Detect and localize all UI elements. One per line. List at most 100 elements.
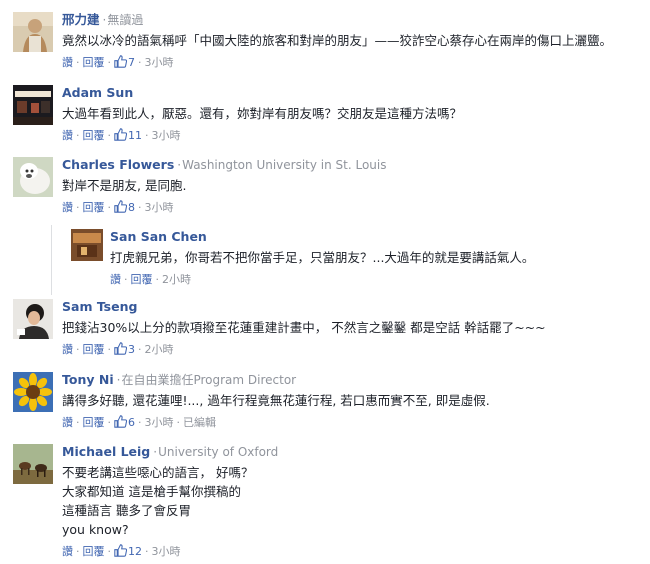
separator: · <box>177 158 182 172</box>
separator: · <box>145 129 149 142</box>
separator: · <box>76 416 80 429</box>
timestamp[interactable]: 2小時 <box>145 343 174 356</box>
comment-line: 竟然以冰冷的語氣稱呼「中國大陸的旅客和對岸的朋友」——狡詐空心蔡存心在兩岸的傷口… <box>62 33 613 48</box>
comment-line: 打虎親兄弟，你哥若不把你當手足，只當朋友？...大過年的就是要講話氣人。 <box>110 250 535 265</box>
commenter-name[interactable]: Tony Ni <box>62 372 114 387</box>
separator: · <box>155 273 160 286</box>
reply-button[interactable]: 回覆 <box>131 273 153 286</box>
comment-actions: 讚 · 回覆 · 12 · 3小時 <box>62 544 278 560</box>
like-count: 11 <box>128 129 142 142</box>
comment-header: Charles Flowers ·Washington University in… <box>62 157 387 173</box>
avatar[interactable] <box>71 229 103 261</box>
commenter-meta[interactable]: University of Oxford <box>158 445 278 459</box>
like-button[interactable]: 讚 <box>62 129 73 142</box>
comment-text: 對岸不是朋友, 是同胞. <box>62 176 387 195</box>
comment-header: Adam Sun <box>62 85 462 101</box>
avatar[interactable] <box>13 299 53 339</box>
comment-header: San San Chen <box>110 229 534 245</box>
commenter-name[interactable]: San San Chen <box>110 229 207 244</box>
reaction-count[interactable]: 12 <box>114 544 142 558</box>
dog-photo-icon <box>13 157 53 197</box>
timestamp[interactable]: 3小時 <box>152 545 181 558</box>
timestamp[interactable]: 3小時 <box>145 201 174 214</box>
separator: · <box>176 416 181 429</box>
room-photo-icon <box>71 229 103 261</box>
separator: · <box>107 343 112 356</box>
timestamp[interactable]: 2小時 <box>162 273 191 286</box>
storefront-photo-icon <box>13 85 53 125</box>
comment-actions: 讚 · 回覆 · 8 · 3小時 <box>62 200 387 216</box>
thumbs-up-icon <box>114 128 127 141</box>
reply-thread-divider <box>51 225 52 295</box>
commenter-name[interactable]: Adam Sun <box>62 85 133 100</box>
like-count: 12 <box>128 545 142 558</box>
like-button[interactable]: 讚 <box>62 545 73 558</box>
comment-text: 打虎親兄弟，你哥若不把你當手足，只當朋友？...大過年的就是要講話氣人。 <box>110 248 534 267</box>
reaction-count[interactable]: 7 <box>114 55 135 69</box>
timestamp[interactable]: 3小時 <box>145 416 174 429</box>
reply-button[interactable]: 回覆 <box>83 129 105 142</box>
commenter-name[interactable]: Charles Flowers <box>62 157 174 172</box>
sunflower-photo-icon <box>13 372 53 412</box>
separator: · <box>76 201 80 214</box>
reply-button[interactable]: 回覆 <box>83 56 105 69</box>
comment-text: 竟然以冰冷的語氣稱呼「中國大陸的旅客和對岸的朋友」——狡詐空心蔡存心在兩岸的傷口… <box>62 31 612 50</box>
like-button[interactable]: 讚 <box>62 343 73 356</box>
comment-header: Sam Tseng <box>62 299 546 315</box>
thumbs-up-icon <box>114 55 127 68</box>
reaction-count[interactable]: 3 <box>114 342 135 356</box>
comment-text: 把錢沾30%以上分的款項撥至花蓮重建計畫中， 不然言之鑿鑿 都是空話 幹話罷了~… <box>62 318 546 337</box>
reaction-count[interactable]: 11 <box>114 128 142 142</box>
reply-button[interactable]: 回覆 <box>83 343 105 356</box>
separator: · <box>107 56 112 69</box>
reaction-count[interactable]: 8 <box>114 200 135 214</box>
separator: · <box>102 13 107 27</box>
comment-line: 把錢沾30%以上分的款項撥至花蓮重建計畫中， 不然言之鑿鑿 都是空話 幹話罷了~… <box>62 320 546 335</box>
separator: · <box>138 56 142 69</box>
commenter-meta[interactable]: Washington University in St. Louis <box>182 158 386 172</box>
avatar[interactable] <box>13 372 53 412</box>
like-count: 6 <box>128 416 135 429</box>
comment-line: 講得多好聽, 還花蓮哩!..., 過年行程竟無花蓮行程, 若口惠而實不至, 即是… <box>62 393 490 408</box>
reaction-count[interactable]: 6 <box>114 415 135 429</box>
like-button[interactable]: 讚 <box>110 273 121 286</box>
separator: · <box>138 416 142 429</box>
separator: · <box>138 343 142 356</box>
comment-actions: 讚 · 回覆 · 7 · 3小時 <box>62 55 612 71</box>
thumbs-up-icon <box>114 342 127 355</box>
comment-actions: 讚 · 回覆 · 3 · 2小時 <box>62 342 546 358</box>
avatar[interactable] <box>13 85 53 125</box>
like-button[interactable]: 讚 <box>62 416 73 429</box>
commenter-name[interactable]: Michael Leig <box>62 444 150 459</box>
comment-line: 對岸不是朋友, 是同胞. <box>62 178 187 193</box>
comment-header: Michael Leig ·University of Oxford <box>62 444 278 460</box>
horses-photo-icon <box>13 444 53 484</box>
commenter-name[interactable]: 邢力建 <box>62 12 100 27</box>
like-button[interactable]: 讚 <box>62 201 73 214</box>
edited-label[interactable]: 已編輯 <box>183 416 216 429</box>
avatar[interactable] <box>13 12 53 52</box>
reply-button[interactable]: 回覆 <box>83 416 105 429</box>
separator: · <box>76 343 80 356</box>
comment-actions: 讚 · 回覆 · 6 · 3小時 · 已編輯 <box>62 415 490 431</box>
commenter-meta: 在自由業擔任Program Director <box>121 373 297 387</box>
avatar[interactable] <box>13 157 53 197</box>
separator: · <box>138 201 142 214</box>
reply-button[interactable]: 回覆 <box>83 545 105 558</box>
comment-line: 這種語言 聽多了會反胃 <box>62 503 191 518</box>
avatar[interactable] <box>13 444 53 484</box>
timestamp[interactable]: 3小時 <box>145 56 174 69</box>
separator: · <box>107 545 112 558</box>
commenter-meta: 無讀過 <box>107 13 144 27</box>
commenter-name[interactable]: Sam Tseng <box>62 299 137 314</box>
comment-line: 大過年看到此人，厭惡。還有，妳對岸有朋友嗎？交朋友是這種方法嗎？ <box>62 106 463 121</box>
separator: · <box>76 129 80 142</box>
comment-text: 大過年看到此人，厭惡。還有，妳對岸有朋友嗎？交朋友是這種方法嗎？ <box>62 104 462 123</box>
timestamp[interactable]: 3小時 <box>152 129 181 142</box>
like-count: 7 <box>128 56 135 69</box>
like-button[interactable]: 讚 <box>62 56 73 69</box>
comment-line: 不要老講這些噁心的語言， 好嗎？ <box>62 465 254 480</box>
separator: · <box>76 56 80 69</box>
comment-actions: 讚 · 回覆 · 11 · 3小時 <box>62 128 462 144</box>
reply-button[interactable]: 回覆 <box>83 201 105 214</box>
